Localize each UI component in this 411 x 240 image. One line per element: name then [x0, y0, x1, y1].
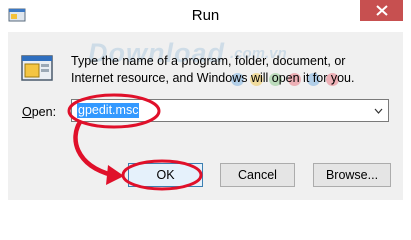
open-label: Open: [22, 105, 56, 119]
browse-button[interactable]: Browse... [313, 163, 391, 187]
close-button[interactable] [360, 0, 403, 21]
window-frame-left [0, 32, 8, 208]
window-title: Run [191, 7, 220, 24]
title-bar[interactable]: Run [0, 0, 411, 32]
ok-button[interactable]: OK [128, 163, 203, 187]
open-combobox[interactable]: gpedit.msc [71, 99, 389, 122]
chevron-down-icon [374, 108, 382, 114]
open-label-rest: pen: [31, 105, 57, 119]
cancel-button[interactable]: Cancel [220, 163, 295, 187]
close-icon [375, 5, 388, 16]
window-frame-right [403, 32, 411, 208]
open-label-mnemonic: O [22, 105, 32, 119]
run-program-icon [21, 55, 53, 81]
dropdown-button[interactable] [370, 100, 386, 121]
prompt-text: Type the name of a program, folder, docu… [71, 54, 355, 85]
open-input-value[interactable]: gpedit.msc [77, 103, 140, 118]
